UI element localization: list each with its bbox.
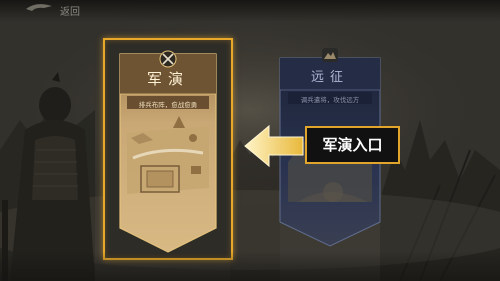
back-arrow-icon[interactable] xyxy=(22,2,58,16)
expedition-title: 远征 xyxy=(310,70,349,85)
drill-entrance-label: 军演入口 xyxy=(305,126,400,164)
top-title: 返回 xyxy=(60,7,80,18)
drill-title: 军演 xyxy=(146,70,189,88)
soldier-figure xyxy=(2,72,95,281)
drill-subtitle: 排兵布阵，愈战愈勇 xyxy=(138,101,198,109)
top-bar: 返回 xyxy=(0,0,500,22)
mountain-emblem-icon xyxy=(322,48,338,62)
crossed-swords-icon xyxy=(159,50,177,68)
bottom-fade xyxy=(0,251,500,281)
drill-mode-card[interactable]: 军演 排兵布阵，愈战愈勇 xyxy=(103,38,233,260)
arrow-left-icon xyxy=(244,124,304,168)
expedition-subtitle: 调兵遣将，攻伐远方 xyxy=(300,96,360,104)
